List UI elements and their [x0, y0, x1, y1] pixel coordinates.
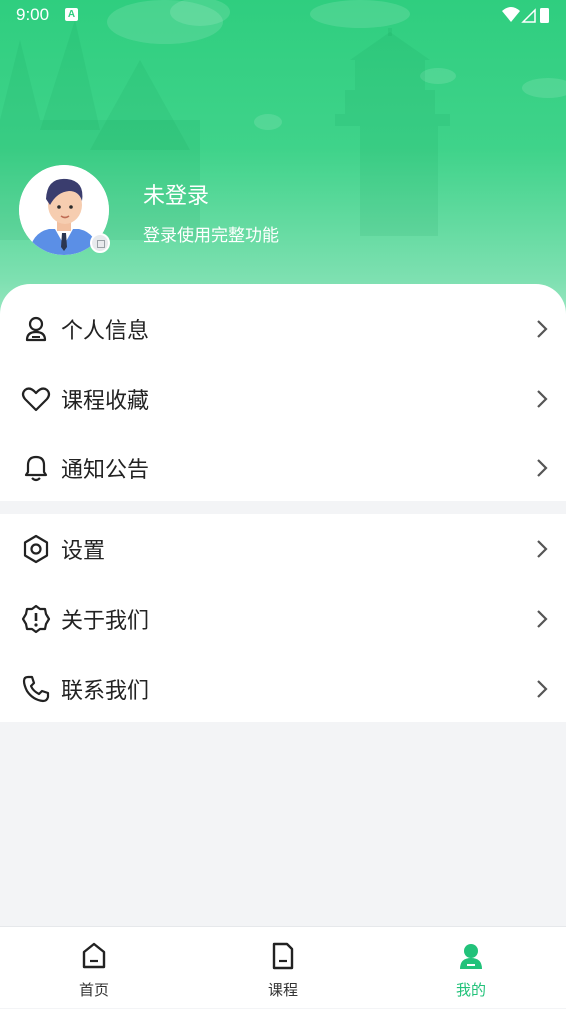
login-prompt[interactable]: 登录使用完整功能 — [143, 221, 279, 246]
bell-icon — [24, 455, 48, 482]
heart-icon — [21, 387, 51, 412]
battery-icon — [540, 8, 549, 23]
chevron-right-icon — [537, 459, 548, 477]
chevron-right-icon — [537, 610, 548, 628]
notification-a-icon: A — [65, 8, 78, 21]
profile-header: 9:00 A 未登录 登录使用完整功能 — [0, 0, 566, 330]
menu-item-label: 个人信息 — [61, 319, 150, 344]
settings-icon — [23, 534, 49, 564]
status-time: 9:00 — [16, 5, 50, 24]
menu-item-label: 关于我们 — [61, 609, 150, 634]
home-icon — [82, 942, 106, 969]
chevron-right-icon — [537, 390, 548, 408]
menu-item-label: 课程收藏 — [61, 389, 150, 414]
phone-icon — [22, 675, 50, 703]
info-badge-icon — [21, 604, 51, 634]
menu-group-primary: 个人信息 课程收藏 通知公告 — [0, 284, 566, 501]
course-icon — [272, 942, 294, 970]
menu-item-label: 设置 — [61, 539, 106, 564]
menu-item-label: 通知公告 — [61, 458, 150, 483]
menu-item-label: 联系我们 — [61, 679, 150, 704]
tab-courses[interactable]: 课程 — [223, 927, 343, 1009]
header-illustration — [0, 0, 566, 240]
avatar-edit-badge[interactable] — [90, 233, 110, 253]
status-icons — [502, 7, 549, 23]
menu-item-personal-info[interactable]: 个人信息 — [0, 294, 566, 364]
tab-label: 我的 — [455, 981, 486, 999]
tab-mine[interactable]: 我的 — [411, 927, 531, 1009]
user-name[interactable]: 未登录 — [143, 178, 209, 210]
wifi-icon — [502, 7, 520, 22]
menu-item-contact-us[interactable]: 联系我们 — [0, 654, 566, 724]
person-icon — [25, 316, 47, 342]
menu-item-course-favorites[interactable]: 课程收藏 — [0, 364, 566, 434]
tab-label: 首页 — [78, 981, 109, 999]
status-bar: 9:00 A — [0, 0, 566, 30]
tab-home[interactable]: 首页 — [34, 927, 154, 1009]
profile-icon — [460, 944, 482, 969]
menu-item-notices[interactable]: 通知公告 — [0, 433, 566, 503]
signal-icon — [521, 8, 536, 23]
chevron-right-icon — [537, 320, 548, 338]
menu-item-about-us[interactable]: 关于我们 — [0, 584, 566, 654]
menu-item-settings[interactable]: 设置 — [0, 514, 566, 584]
tab-label: 课程 — [267, 981, 298, 999]
chevron-right-icon — [537, 680, 548, 698]
chevron-right-icon — [537, 540, 548, 558]
menu-group-secondary: 设置 关于我们 联系我们 — [0, 514, 566, 722]
bottom-tab-bar: 首页 课程 我的 — [0, 926, 566, 1008]
